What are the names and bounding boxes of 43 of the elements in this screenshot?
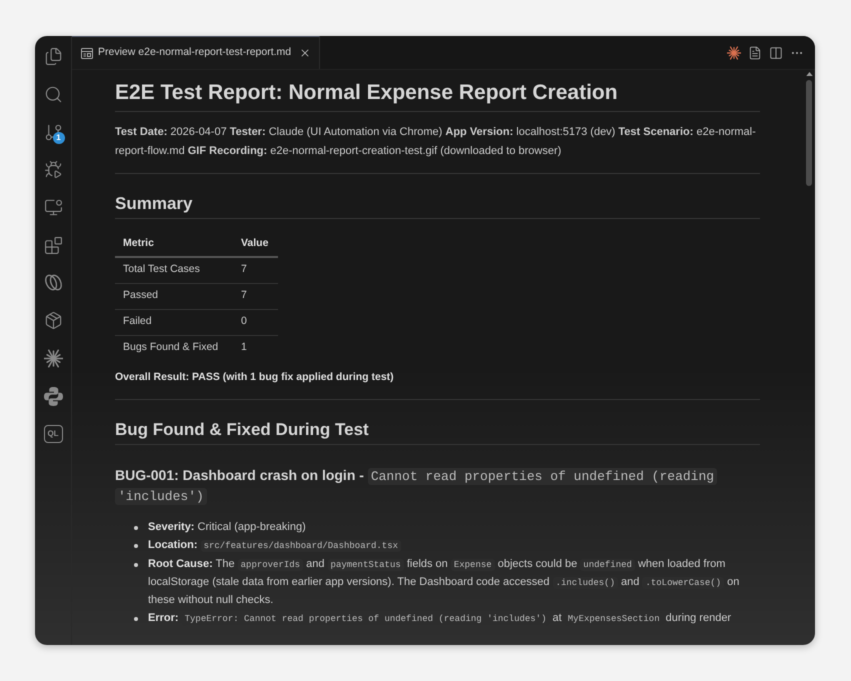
- table-cell: Passed: [115, 283, 233, 309]
- scroll-up-arrow-icon[interactable]: [806, 72, 812, 76]
- starburst-icon[interactable]: [727, 46, 741, 60]
- document-title: E2E Test Report: Normal Expense Report Creation: [115, 80, 618, 106]
- play-bug-icon[interactable]: [44, 160, 62, 180]
- table-cell: Total Test Cases: [115, 257, 233, 283]
- section-heading: Bug Found & Fixed During Test: [115, 419, 369, 441]
- bullet-icon: [134, 544, 138, 548]
- text-logo-button[interactable]: QL: [44, 424, 62, 443]
- close-icon[interactable]: [299, 47, 312, 59]
- bullet-text: Root Cause: The approverIds and paymentStatus fields on Expense objects could be undefined when loaded from localStorage (stale data from earlier app versions). The Dashboard code accessed .includes() and .toLowerCase() on these without null checks.: [148, 557, 740, 608]
- bullet-text: Severity: Critical (app-breaking): [148, 520, 307, 535]
- bullet-text: Location: src/features/dashboard/Dashboard.tsx: [148, 537, 760, 555]
- blocks-icon[interactable]: [44, 236, 62, 255]
- column-header: Metric: [115, 231, 233, 257]
- overall-result: Overall Result: PASS (with 1 bug fix applied during test): [115, 370, 394, 385]
- editor-tab[interactable]: Preview e2e-normal-report-test-report.md: [72, 36, 320, 69]
- files-icon[interactable]: [44, 47, 62, 66]
- bullet-icon: [134, 526, 138, 530]
- split-editor-icon[interactable]: [769, 46, 783, 60]
- window-icon: [81, 48, 93, 58]
- package-icon[interactable]: [44, 311, 62, 330]
- bullet-icon: [134, 617, 138, 621]
- linked-rings-icon[interactable]: [44, 273, 62, 292]
- scrollbar-thumb[interactable]: [806, 80, 812, 186]
- column-header: Value: [233, 231, 278, 257]
- table-cell: 7: [233, 283, 278, 309]
- table-cell: 0: [233, 309, 278, 335]
- table-cell: Failed: [115, 309, 233, 335]
- table-cell: 1: [233, 335, 278, 361]
- starburst-icon[interactable]: [44, 348, 62, 368]
- table-cell: Bugs Found & Fixed: [115, 335, 233, 361]
- section-heading: Summary: [115, 193, 192, 215]
- monitor-icon[interactable]: [44, 198, 62, 218]
- file-icon[interactable]: [748, 46, 762, 60]
- report-metadata: Test Date: 2026-04-07 Tester: Claude (UI Automation via Chrome) App Version: localhost:5173 (dev) Test Scenario: e2e-normal-report-flow.md GIF Recording: e2e-normal-report-creation-test.gif (downloaded to browser): [115, 125, 757, 159]
- table-cell: 7: [233, 257, 278, 283]
- count-badge: 1: [52, 132, 64, 144]
- bullet-icon: [134, 563, 138, 567]
- bullet-text: Error: TypeError: Cannot read properties of undefined (reading 'includes') at MyExpensesSection during render: [148, 611, 732, 627]
- search-icon[interactable]: [44, 85, 62, 104]
- git-branch-icon[interactable]: [44, 122, 62, 142]
- logo-icon[interactable]: [44, 386, 62, 406]
